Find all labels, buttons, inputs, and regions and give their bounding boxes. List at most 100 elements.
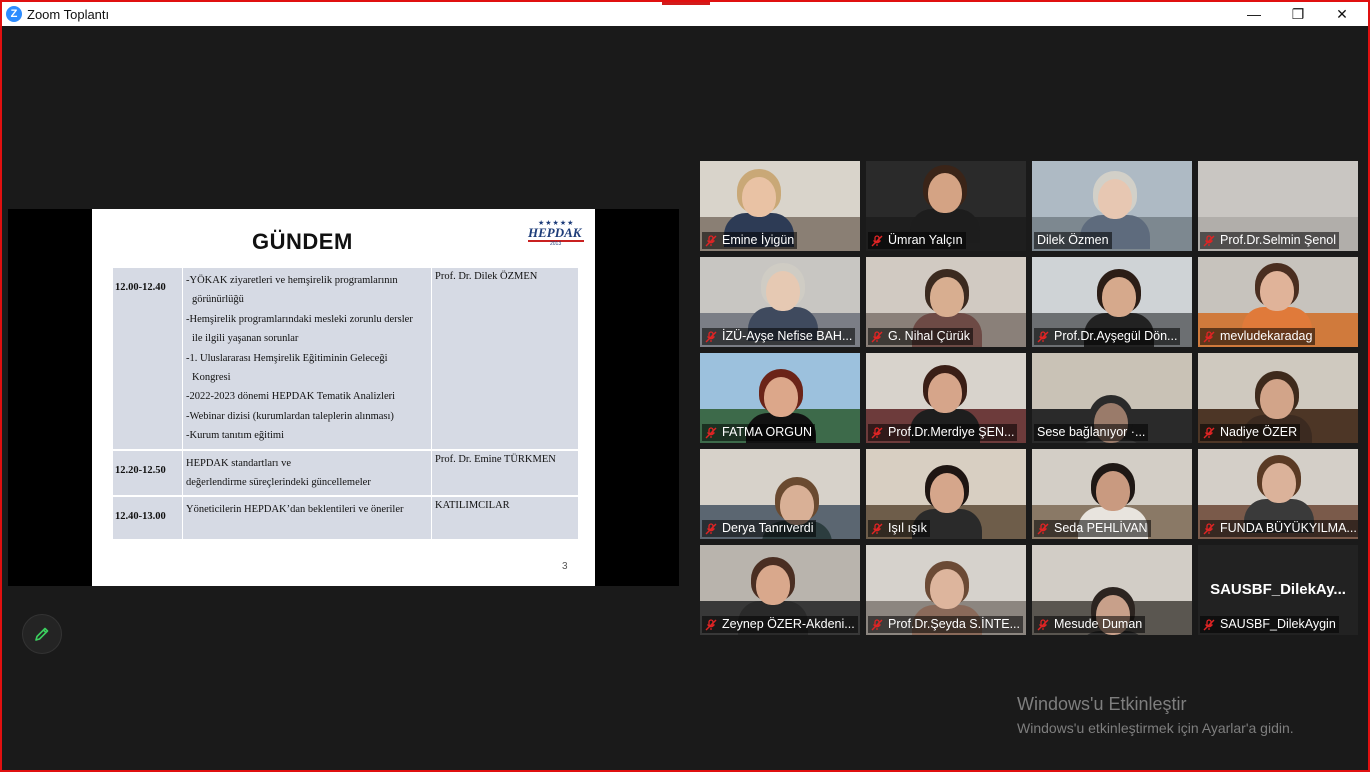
participant-name-label: FATMA ORGUN	[702, 424, 816, 441]
muted-mic-icon	[705, 522, 717, 534]
participant-tile[interactable]: Ümran Yalçın	[866, 161, 1026, 251]
participant-name: Derya Tanrıverdi	[722, 521, 814, 535]
muted-mic-icon	[871, 426, 883, 438]
participant-name-label: Prof.Dr.Ayşegül Dön...	[1034, 328, 1181, 345]
participant-tile[interactable]: FUNDA BÜYÜKYILMA...	[1198, 449, 1358, 539]
agenda-item: HEPDAK standartları ve	[186, 457, 291, 469]
muted-mic-icon	[871, 426, 883, 439]
agenda-item: Kongresi	[192, 372, 231, 384]
participant-name: Prof.Dr.Merdiye ŞEN...	[888, 425, 1015, 439]
participant-face	[930, 473, 964, 513]
participant-tile[interactable]: Prof.Dr.Merdiye ŞEN...	[866, 353, 1026, 443]
participant-tile[interactable]: Dilek Özmen	[1032, 161, 1192, 251]
participant-tile[interactable]: Nadiye ÖZER	[1198, 353, 1358, 443]
agenda-item: -YÖKAK ziyaretleri ve hemşirelik program…	[186, 275, 398, 286]
participant-name: İZÜ-Ayşe Nefise BAH...	[722, 329, 853, 343]
muted-mic-icon	[1037, 618, 1049, 631]
zoom-logo-icon: Z	[6, 6, 22, 22]
participant-name-label: Seda PEHLİVAN	[1034, 520, 1151, 537]
participant-face	[928, 373, 962, 413]
participant-tile[interactable]: Mesude Duman	[1032, 545, 1192, 635]
participant-display-name: SAUSBF_DilekAy...	[1210, 581, 1346, 598]
agenda-item: -1. Uluslararası Hemşirelik Eğitiminin G…	[186, 352, 388, 364]
participant-name: FATMA ORGUN	[722, 425, 813, 439]
agenda-row: 12.00-12.40 -YÖKAK ziyaretleri ve hemşir…	[113, 268, 578, 450]
participant-face	[764, 377, 798, 417]
participant-tile[interactable]: FATMA ORGUN	[700, 353, 860, 443]
agenda-speaker: Prof. Dr. Emine TÜRKMEN	[431, 448, 578, 497]
muted-mic-icon	[871, 522, 883, 534]
muted-mic-icon	[705, 234, 717, 246]
participant-tile[interactable]: Prof.Dr.Ayşegül Dön...	[1032, 257, 1192, 347]
participant-name-label: G. Nihal Çürük	[868, 328, 973, 345]
participant-tile[interactable]: mevludekaradag	[1198, 257, 1358, 347]
muted-mic-icon	[705, 330, 717, 342]
logo-text: HEPDAK	[528, 225, 582, 240]
muted-mic-icon	[1203, 426, 1215, 439]
participant-tile[interactable]: Zeynep ÖZER-Akdeni...	[700, 545, 860, 635]
agenda-item: ile ilgili yaşanan sorunlar	[192, 333, 299, 345]
participant-name: Prof.Dr.Selmin Şenol	[1220, 233, 1337, 247]
participant-name: G. Nihal Çürük	[888, 329, 970, 343]
participant-name: Nadiye ÖZER	[1220, 425, 1298, 439]
window-title: Zoom Toplantı	[27, 7, 110, 22]
participant-name: SAUSBF_DilekAygin	[1220, 617, 1336, 631]
participant-name-label: SAUSBF_DilekAygin	[1200, 616, 1339, 633]
agenda-item: değerlendirme süreçlerindeki güncellemel…	[186, 477, 371, 489]
agenda-speaker: KATILIMCILAR	[431, 495, 578, 540]
participant-face	[1260, 271, 1294, 311]
participant-name-label: Prof.Dr.Şeyda S.İNTE...	[868, 616, 1023, 633]
muted-mic-icon	[1203, 426, 1215, 438]
participant-name: mevludekaradag	[1220, 329, 1313, 343]
participant-face	[1096, 471, 1130, 511]
muted-mic-icon	[1203, 522, 1215, 535]
participant-name: Işıl ışık	[888, 521, 927, 535]
participant-name-label: Emine İyigün	[702, 232, 798, 249]
muted-mic-icon	[1203, 618, 1215, 630]
agenda-time: 12.40-13.00	[113, 495, 183, 540]
screen-share-view[interactable]: GÜNDEM ★★★★★ HEPDAK 2013 12.00-12.40 -YÖ…	[8, 209, 679, 586]
participant-tile[interactable]: Prof.Dr.Şeyda S.İNTE...	[866, 545, 1026, 635]
agenda-topics: Yöneticilerin HEPDAK’dan beklentileri ve…	[182, 495, 432, 540]
muted-mic-icon	[871, 330, 883, 342]
close-button[interactable]: ✕	[1320, 2, 1364, 26]
muted-mic-icon	[1037, 522, 1049, 534]
minimize-button[interactable]: —	[1232, 2, 1276, 26]
agenda-item: -Kurum tanıtım eğitimi	[186, 430, 284, 442]
muted-mic-icon	[1037, 330, 1049, 343]
participant-tile[interactable]: SAUSBF_DilekAy... SAUSBF_DilekAygin	[1198, 545, 1358, 635]
participant-tile[interactable]: Emine İyigün	[700, 161, 860, 251]
restore-button[interactable]: ❐	[1276, 2, 1320, 26]
muted-mic-icon	[705, 618, 717, 630]
participant-tile[interactable]: Seda PEHLİVAN	[1032, 449, 1192, 539]
participant-name: Emine İyigün	[722, 233, 795, 247]
participant-name: Zeynep ÖZER-Akdeni...	[722, 617, 855, 631]
participant-tile[interactable]: Derya Tanrıverdi	[700, 449, 860, 539]
agenda-item: -Webinar dizisi (kurumlardan taleplerin …	[186, 410, 394, 422]
logo-year: 2013	[550, 241, 562, 247]
participant-face	[930, 277, 964, 317]
participant-tile[interactable]: Işıl ışık	[866, 449, 1026, 539]
participant-face	[1262, 463, 1296, 503]
windows-activation-watermark: Windows'u Etkinleştir Windows'u etkinleş…	[1017, 694, 1294, 736]
participant-name-label: Dilek Özmen	[1034, 232, 1112, 249]
agenda-topics: HEPDAK standartları ve değerlendirme sür…	[182, 448, 432, 497]
participant-face	[1098, 179, 1132, 219]
participant-name-label: Ümran Yalçın	[868, 232, 966, 249]
participant-tile[interactable]: Prof.Dr.Selmin Şenol	[1198, 161, 1358, 251]
participant-tile[interactable]: Sese bağlanıyor ·...	[1032, 353, 1192, 443]
participant-name-label: Mesude Duman	[1034, 616, 1146, 633]
participant-name-label: Nadiye ÖZER	[1200, 424, 1301, 441]
agenda-time: 12.20-12.50	[113, 448, 183, 497]
muted-mic-icon	[705, 522, 717, 535]
participant-face	[780, 485, 814, 525]
agenda-item: görünürlüğü	[192, 294, 244, 306]
participant-tile[interactable]: İZÜ-Ayşe Nefise BAH...	[700, 257, 860, 347]
annotate-button[interactable]	[22, 614, 62, 654]
top-edge-marker	[662, 2, 710, 5]
muted-mic-icon	[871, 522, 883, 535]
participant-tile[interactable]: G. Nihal Çürük	[866, 257, 1026, 347]
participant-face	[742, 177, 776, 217]
muted-mic-icon	[871, 234, 883, 246]
participant-face	[928, 173, 962, 213]
